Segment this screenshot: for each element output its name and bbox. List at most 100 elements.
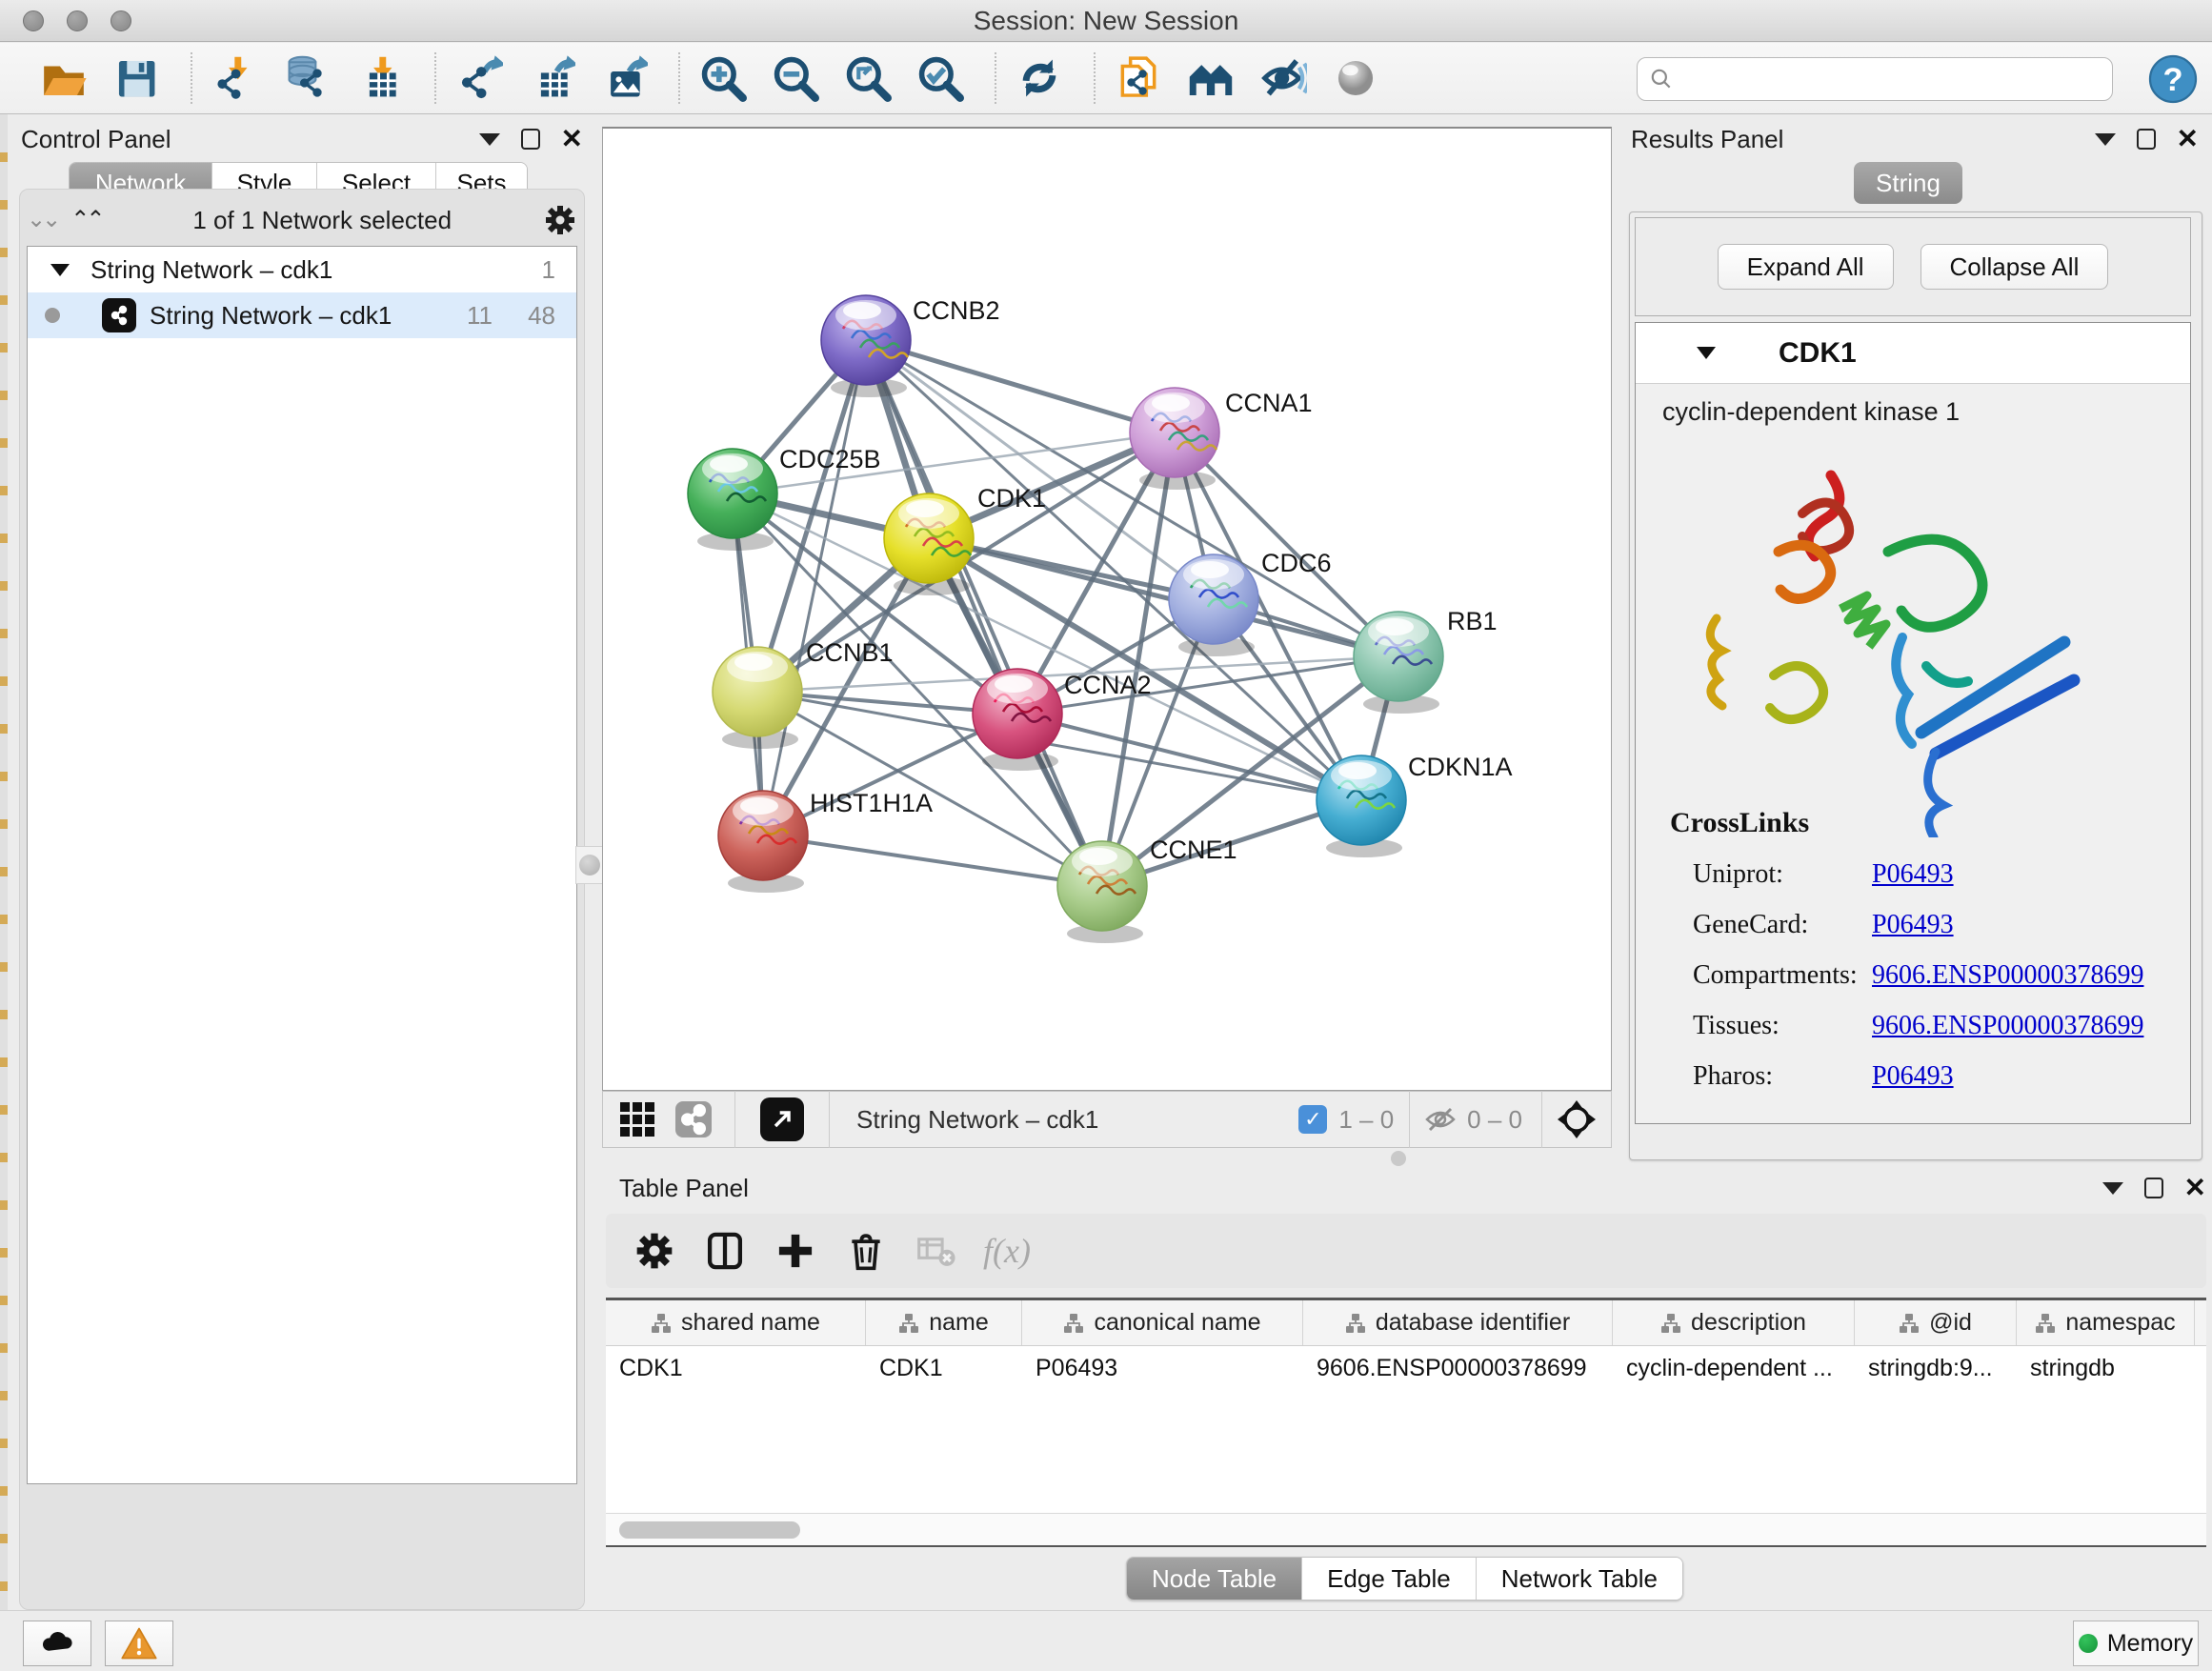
new-network-from-selection-icon[interactable] [1113, 52, 1164, 104]
column-header-canonical-name[interactable]: canonical name [1022, 1300, 1303, 1345]
float-panel-icon[interactable] [2102, 1182, 2123, 1195]
export-network-icon[interactable] [453, 52, 505, 104]
table-cell[interactable]: stringdb:9... [1855, 1346, 2017, 1390]
tab-edge-table[interactable]: Edge Table [1302, 1558, 1477, 1600]
open-session-icon[interactable] [38, 52, 90, 104]
crosslink-row: Compartments: 9606.ENSP00000378699 [1693, 950, 2169, 1000]
expand-all-networks-icon[interactable]: ⌃⌃ [70, 211, 101, 229]
crosslink-link[interactable]: 9606.ENSP00000378699 [1872, 960, 2143, 991]
column-header-database-identifier[interactable]: database identifier [1303, 1300, 1613, 1345]
collapse-all-button[interactable]: Collapse All [1920, 244, 2109, 290]
fit-selected-crosshair-icon[interactable] [1556, 1098, 1598, 1140]
first-neighbors-icon[interactable] [1185, 52, 1237, 104]
node-CDC6[interactable] [1169, 554, 1258, 656]
window-minimize-icon[interactable] [67, 10, 88, 31]
table-cell[interactable]: CDK1 [606, 1346, 866, 1390]
tab-string[interactable]: String [1854, 162, 1962, 204]
selected-checkbox-icon[interactable]: ✓ [1298, 1105, 1327, 1134]
network-canvas[interactable]: CCNB2 CCNA1 CDC25B CDK1 CDC6 RB1 [602, 127, 1612, 1091]
node-CDC25B[interactable] [688, 449, 777, 551]
window-zoom-icon[interactable] [111, 10, 131, 31]
collection-expander-icon[interactable] [50, 264, 70, 276]
maximize-panel-icon[interactable] [2144, 1178, 2163, 1198]
bottom-splitter-handle[interactable] [1391, 1151, 1406, 1166]
edge-HIST1H1A-CCNE1[interactable] [763, 836, 1102, 886]
left-splitter-handle[interactable] [575, 846, 604, 884]
import-network-icon[interactable] [210, 52, 261, 104]
collection-count: 1 [542, 255, 555, 285]
edge-CCNB2-HIST1H1A[interactable] [763, 340, 866, 836]
crosslink-link[interactable]: P06493 [1872, 910, 1954, 940]
create-column-plus-icon[interactable] [772, 1227, 819, 1275]
detach-view-icon[interactable] [760, 1097, 804, 1141]
help-button[interactable]: ? [2147, 53, 2199, 105]
zoom-selected-icon[interactable] [915, 52, 966, 104]
zoom-in-icon[interactable] [697, 52, 749, 104]
warnings-button[interactable] [105, 1621, 173, 1666]
tab-node-table[interactable]: Node Table [1127, 1558, 1302, 1600]
tab-network-table[interactable]: Network Table [1477, 1558, 1682, 1600]
import-network-database-icon[interactable] [282, 52, 333, 104]
node-CCNA1[interactable] [1130, 388, 1219, 490]
network-options-gear-icon[interactable] [543, 203, 577, 237]
close-panel-icon[interactable]: ✕ [2177, 129, 2199, 150]
node-CDK1[interactable] [884, 493, 974, 595]
protein-card-header[interactable]: CDK1 [1636, 323, 2190, 384]
collapse-all-networks-icon[interactable]: ⌄⌄ [27, 211, 57, 229]
node-CCNA2[interactable] [973, 669, 1062, 771]
node-CCNB2[interactable] [821, 295, 911, 397]
crosslink-link[interactable]: 9606.ENSP00000378699 [1872, 1011, 2143, 1041]
save-session-icon[interactable] [111, 52, 162, 104]
export-image-icon[interactable] [598, 52, 650, 104]
table-horizontal-scrollbar[interactable] [606, 1513, 2206, 1545]
import-table-icon[interactable] [354, 52, 406, 104]
zoom-out-icon[interactable] [770, 52, 821, 104]
node-CDKN1A[interactable] [1317, 755, 1406, 857]
network-graph[interactable]: CCNB2 CCNA1 CDC25B CDK1 CDC6 RB1 [603, 129, 1611, 1089]
memory-button[interactable]: Memory [2073, 1621, 2199, 1666]
expand-all-button[interactable]: Expand All [1718, 244, 1894, 290]
grid-mode-icon[interactable] [620, 1102, 654, 1137]
scrollbar-thumb[interactable] [619, 1521, 800, 1539]
table-cell[interactable]: 9606.ENSP00000378699 [1303, 1346, 1613, 1390]
table-cell[interactable]: cyclin-dependent ... [1613, 1346, 1855, 1390]
float-panel-icon[interactable] [2095, 133, 2116, 146]
delete-column-trash-icon[interactable] [842, 1227, 890, 1275]
cloud-status-button[interactable] [23, 1621, 91, 1666]
close-panel-icon[interactable]: ✕ [2184, 1178, 2206, 1198]
table-row[interactable]: CDK1CDK1P064939606.ENSP00000378699cyclin… [606, 1346, 2206, 1390]
network-row[interactable]: String Network – cdk1 11 48 [28, 292, 576, 338]
node-CCNB1[interactable] [713, 647, 802, 749]
table-settings-gear-icon[interactable] [631, 1227, 678, 1275]
export-table-icon[interactable] [526, 52, 577, 104]
column-header-shared-name[interactable]: shared name [606, 1300, 866, 1345]
node-HIST1H1A[interactable] [718, 791, 808, 893]
redraw-network-icon[interactable] [1014, 52, 1065, 104]
column-header-namespac[interactable]: namespac [2017, 1300, 2195, 1345]
search-input[interactable] [1637, 57, 2113, 101]
zoom-fit-icon[interactable] [842, 52, 894, 104]
edge-CCNB2-CCNA1[interactable] [866, 340, 1175, 433]
network-collection-row[interactable]: String Network – cdk1 1 [28, 247, 576, 292]
maximize-panel-icon[interactable] [2137, 129, 2156, 150]
crosslink-link[interactable]: P06493 [1872, 1061, 1954, 1092]
table-cell[interactable]: stringdb [2017, 1346, 2195, 1390]
node-table[interactable]: shared namenamecanonical namedatabase id… [606, 1298, 2206, 1547]
crosslink-link[interactable]: P06493 [1872, 859, 1954, 890]
column-header-name[interactable]: name [866, 1300, 1022, 1345]
table-cell[interactable]: CDK1 [866, 1346, 1022, 1390]
node-CCNE1[interactable] [1057, 841, 1147, 943]
hide-selected-icon[interactable] [1257, 52, 1309, 104]
column-header-description[interactable]: description [1613, 1300, 1855, 1345]
maximize-panel-icon[interactable] [521, 129, 540, 150]
column-header--id[interactable]: @id [1855, 1300, 2017, 1345]
network-overview-icon[interactable] [675, 1101, 712, 1137]
show-all-icon[interactable] [1330, 52, 1381, 104]
show-columns-icon[interactable] [701, 1227, 749, 1275]
window-close-icon[interactable] [23, 10, 44, 31]
node-RB1[interactable] [1354, 612, 1443, 714]
collapse-card-icon[interactable] [1697, 347, 1716, 359]
table-cell[interactable]: P06493 [1022, 1346, 1303, 1390]
close-panel-icon[interactable]: ✕ [561, 129, 583, 150]
float-panel-icon[interactable] [479, 133, 500, 146]
